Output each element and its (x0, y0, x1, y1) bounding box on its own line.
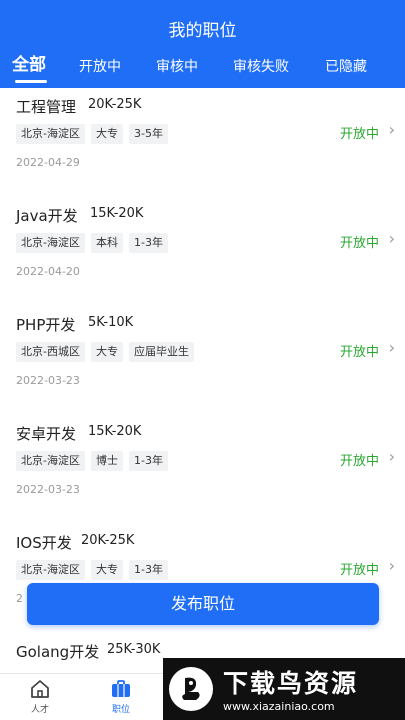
location-tag: 北京-海淀区 (16, 233, 85, 253)
location-tag: 北京-西城区 (16, 342, 85, 362)
location-tag: 北京-海淀区 (16, 560, 85, 580)
tab-all[interactable]: 全部 (12, 54, 46, 76)
experience-tag: 应届毕业生 (128, 342, 194, 362)
job-title: IOS开发 (16, 534, 72, 552)
job-title: Java开发 (16, 207, 78, 225)
job-card[interactable]: 工程管理 20K-25K 北京-海淀区 大专 3-5年 开放中 › 2022-04-… (0, 88, 405, 198)
job-card[interactable]: 安卓开发 15K-20K 北京-海淀区 博士 1-3年 开放中 › 2022-03-… (0, 415, 405, 525)
job-date: 2022-04-29 (16, 156, 80, 169)
status-badge: 开放中 (339, 127, 379, 142)
chevron-right-icon: › (388, 556, 395, 575)
watermark-logo-icon (169, 667, 213, 711)
watermark-title: 下载鸟资源 (223, 669, 359, 698)
education-tag: 大专 (90, 342, 123, 362)
nav-label: 职位 (111, 705, 130, 715)
education-tag: 大专 (90, 560, 123, 580)
location-tag: 北京-海淀区 (16, 124, 85, 144)
job-tags: 北京-海淀区 博士 1-3年 (16, 449, 174, 471)
experience-tag: 1-3年 (128, 233, 168, 253)
job-tags: 北京-西城区 大专 应届毕业生 (16, 340, 200, 362)
watermark: 下载鸟资源 www.xiazainiao.com (163, 658, 405, 720)
tab-hidden[interactable]: 已隐藏 (325, 56, 367, 78)
job-date: 2 (16, 592, 23, 605)
job-salary: 20K-25K (81, 533, 135, 548)
app-header: 我的职位 全部 开放中 审核中 审核失败 已隐藏 (0, 0, 405, 88)
active-tab-indicator (15, 80, 47, 83)
nav-item-jobs[interactable]: 职位 (101, 678, 141, 715)
chevron-right-icon: › (388, 338, 395, 357)
experience-tag: 3-5年 (128, 124, 168, 144)
job-tags: 北京-海淀区 大专 1-3年 (16, 558, 174, 580)
chevron-right-icon: › (388, 447, 395, 466)
education-tag: 本科 (90, 233, 123, 253)
briefcase-icon (112, 680, 130, 697)
job-title: 安卓开发 (16, 425, 77, 443)
job-date: 2022-03-23 (16, 483, 80, 496)
publish-job-button[interactable]: 发布职位 (27, 583, 379, 625)
tab-reviewing[interactable]: 审核中 (156, 56, 198, 78)
tab-review-failed[interactable]: 审核失败 (233, 56, 289, 78)
experience-tag: 1-3年 (128, 560, 168, 580)
chevron-right-icon: › (388, 120, 395, 139)
status-badge: 开放中 (339, 454, 379, 469)
job-title: 工程管理 (16, 98, 77, 116)
job-card[interactable]: PHP开发 5K-10K 北京-西城区 大专 应届毕业生 开放中 › 2022-03… (0, 306, 405, 416)
education-tag: 博士 (90, 451, 123, 471)
job-salary: 15K-20K (88, 424, 142, 439)
job-card[interactable]: Java开发 15K-20K 北京-海淀区 本科 1-3年 开放中 › 2022-0… (0, 197, 405, 307)
job-salary: 15K-20K (90, 206, 144, 221)
job-tags: 北京-海淀区 大专 3-5年 (16, 122, 174, 144)
education-tag: 大专 (90, 124, 123, 144)
tab-open[interactable]: 开放中 (79, 56, 121, 78)
job-salary: 5K-10K (88, 315, 134, 330)
home-icon (31, 680, 49, 698)
status-tabs: 全部 开放中 审核中 审核失败 已隐藏 (0, 55, 405, 79)
job-salary: 25K-30K (107, 642, 161, 657)
location-tag: 北京-海淀区 (16, 451, 85, 471)
page-title: 我的职位 (168, 21, 237, 41)
status-badge: 开放中 (339, 345, 379, 360)
experience-tag: 1-3年 (128, 451, 168, 471)
job-salary: 20K-25K (88, 97, 142, 112)
nav-item-talent[interactable]: 人才 (20, 678, 60, 715)
job-date: 2022-03-23 (16, 374, 80, 387)
job-title: Golang开发 (16, 643, 100, 661)
chevron-right-icon: › (388, 229, 395, 248)
job-title: PHP开发 (16, 316, 76, 334)
watermark-url: www.xiazainiao.com (223, 700, 335, 713)
status-badge: 开放中 (339, 563, 379, 578)
job-tags: 北京-海淀区 本科 1-3年 (16, 231, 174, 253)
nav-label: 人才 (30, 705, 49, 715)
status-badge: 开放中 (339, 236, 379, 251)
job-date: 2022-04-20 (16, 265, 80, 278)
